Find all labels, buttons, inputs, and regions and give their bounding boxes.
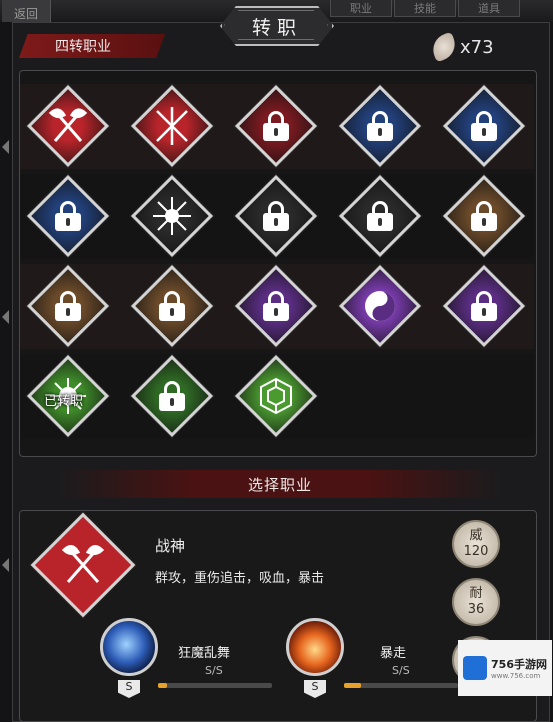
tab-label: 职业: [350, 2, 372, 15]
back-label: 返回: [13, 7, 38, 21]
lock-icon: [471, 291, 497, 321]
tab-item[interactable]: 道具: [458, 0, 520, 17]
gem-icon: [260, 377, 292, 415]
tab-label: 道具: [478, 2, 500, 15]
lock-icon: [471, 201, 497, 231]
stat-power: 威 120: [452, 520, 500, 568]
skill-progress-fill: [158, 683, 168, 688]
watermark-text: 756手游网: [491, 658, 547, 671]
stat-value: 120: [463, 544, 489, 559]
select-job-bar: 选择职业: [60, 470, 500, 498]
tab-label: 技能: [414, 2, 436, 15]
crossed-axes-icon: [48, 108, 88, 142]
currency-amount: x73: [460, 36, 494, 58]
left-arrow-icon[interactable]: [2, 140, 9, 154]
skill-name: 狂魔乱舞: [178, 646, 231, 661]
watermark-logo-icon: [463, 656, 488, 680]
lock-icon: [263, 201, 289, 231]
skill-grade: S/S: [205, 664, 223, 677]
left-arrow-icon[interactable]: [2, 558, 9, 572]
left-arrow-icon[interactable]: [2, 310, 9, 324]
vortex-icon[interactable]: [100, 618, 158, 676]
stat-value: 36: [467, 602, 485, 617]
crossed-axes-icon: [61, 545, 105, 583]
tab-job[interactable]: 职业: [330, 0, 392, 17]
lock-icon: [263, 291, 289, 321]
watermark: 756手游网 www.756.com: [458, 640, 552, 696]
sun-blade-icon: [153, 197, 191, 235]
stat-label: 耐: [469, 586, 483, 601]
yin-yang-icon: [365, 291, 395, 321]
stat-endurance: 耐 36: [452, 578, 500, 626]
select-job-label: 选择职业: [247, 475, 312, 494]
lock-icon: [159, 381, 185, 411]
stat-label: 威: [469, 528, 483, 543]
skill-progress-fill: [344, 683, 362, 688]
rank-banner: 四转职业: [19, 34, 165, 58]
lock-icon: [367, 201, 393, 231]
title-frame: [224, 10, 328, 40]
lock-icon: [471, 111, 497, 141]
selected-job-name: 战神: [155, 537, 186, 555]
currency-display: x73: [428, 31, 494, 63]
skill-name: 暴走: [380, 646, 407, 661]
rank-label: 四转职业: [55, 39, 111, 55]
watermark-sub: www.756.com: [491, 672, 541, 680]
leaf-icon: [428, 31, 460, 63]
back-button[interactable]: 返回: [2, 0, 51, 22]
crossed-spears-icon: [156, 107, 188, 145]
lock-icon: [55, 291, 81, 321]
lock-icon: [159, 291, 185, 321]
skill-grade: S/S: [392, 664, 410, 677]
skill-progress-bar: [344, 683, 458, 688]
selected-job-description: 群攻，重伤追击，吸血，暴击: [155, 571, 325, 586]
lock-icon: [263, 111, 289, 141]
skill-progress-bar: [158, 683, 272, 688]
transferred-label: 已转职: [44, 394, 84, 409]
tab-skill[interactable]: 技能: [394, 0, 456, 17]
flame-figure-icon[interactable]: [286, 618, 344, 676]
lock-icon: [55, 201, 81, 231]
lock-icon: [367, 111, 393, 141]
